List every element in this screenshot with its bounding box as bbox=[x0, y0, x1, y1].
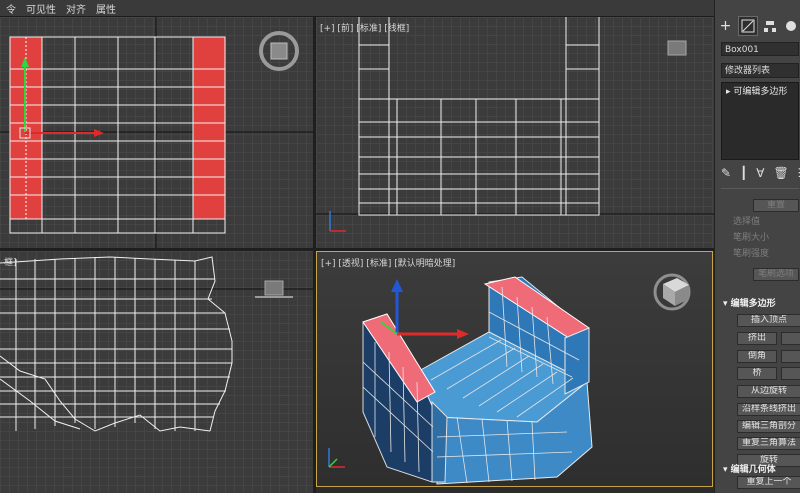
viewport-label[interactable]: [+] [前] [标准] [线框] bbox=[320, 21, 409, 34]
command-panel: + Box001 修改器列表 ▸ 可编辑多边形 ✎ ┃ ∀ 🗑 ☰ 重置 选择值… bbox=[714, 0, 800, 493]
repeat-last-button[interactable]: 重复上一个 bbox=[737, 476, 800, 489]
section-title: 编辑多边形 bbox=[730, 299, 776, 309]
viewport-perspective[interactable]: [+] [透视] [标准] [默认明暗处理] bbox=[316, 251, 713, 487]
menu-item-properties[interactable]: 属性 bbox=[96, 1, 116, 16]
brush-options-button[interactable]: 笔刷选项 bbox=[753, 268, 799, 281]
viewport-divider-horizontal[interactable] bbox=[0, 248, 714, 251]
expand-arrow-icon[interactable]: ▸ bbox=[726, 87, 731, 97]
edit-polygons-header[interactable]: ▾ 编辑多边形 bbox=[723, 296, 776, 309]
viewport-label[interactable]: 框] bbox=[4, 255, 17, 268]
extrude-settings-button[interactable] bbox=[781, 332, 800, 345]
viewport-divider-vertical[interactable] bbox=[313, 17, 316, 493]
viewport-top[interactable] bbox=[0, 17, 313, 248]
section-title: 编辑几何体 bbox=[730, 465, 776, 475]
menu-bar: 令 可见性 对齐 属性 bbox=[0, 0, 714, 17]
top-view-wireframe bbox=[0, 17, 313, 248]
retriangulate-button[interactable]: 重复三角算法 bbox=[737, 437, 800, 450]
brush-size-label: 笔刷大小 bbox=[733, 233, 770, 243]
make-unique-icon[interactable]: ∀ bbox=[756, 166, 764, 180]
menu-item-align[interactable]: 对齐 bbox=[66, 1, 86, 16]
bridge-settings-button[interactable] bbox=[781, 367, 800, 380]
insert-vertex-button[interactable]: 插入顶点 bbox=[737, 314, 800, 327]
brush-strength-label: 笔刷强度 bbox=[733, 249, 770, 259]
perspective-view bbox=[317, 252, 712, 486]
divider bbox=[721, 188, 799, 189]
viewport-label[interactable]: [+] [透视] [标准] [默认明暗处理] bbox=[321, 256, 455, 269]
motion-icon[interactable] bbox=[782, 17, 800, 35]
front-view-wireframe bbox=[316, 17, 714, 232]
bevel-settings-button[interactable] bbox=[781, 350, 800, 363]
selection-value-label: 选择值 bbox=[733, 217, 761, 227]
stack-item-editable-poly[interactable]: ▸ 可编辑多边形 bbox=[722, 83, 798, 97]
bridge-button[interactable]: 桥 bbox=[737, 367, 777, 380]
extrude-button[interactable]: 挤出 bbox=[737, 332, 777, 345]
stack-item-label: 可编辑多边形 bbox=[733, 87, 788, 97]
remove-modifier-icon[interactable]: 🗑 bbox=[774, 166, 789, 180]
reset-button[interactable]: 重置 bbox=[753, 199, 799, 212]
paint-selection-group: 选择值 笔刷大小 笔刷强度 bbox=[733, 214, 769, 262]
viewport-front[interactable]: [+] [前] [标准] [线框] bbox=[316, 17, 714, 248]
edit-geometry-header[interactable]: ▾ 编辑几何体 bbox=[723, 462, 776, 475]
menu-item-visibility[interactable]: 可见性 bbox=[26, 1, 56, 16]
left-view-wireframe bbox=[0, 256, 313, 432]
extrude-along-spline-button[interactable]: 沿样条线挤出 bbox=[737, 403, 800, 416]
object-name-field[interactable]: Box001 bbox=[721, 42, 799, 56]
modifier-stack: ▸ 可编辑多边形 bbox=[721, 82, 799, 160]
pin-icon[interactable]: ✎ bbox=[721, 166, 731, 180]
viewport-left[interactable]: 框] bbox=[0, 251, 313, 493]
stack-toolbar: ✎ ┃ ∀ 🗑 ☰ bbox=[721, 164, 800, 182]
modifier-list-dropdown[interactable]: 修改器列表 bbox=[721, 63, 799, 78]
show-end-result-icon[interactable]: ┃ bbox=[740, 166, 747, 180]
hierarchy-icon[interactable] bbox=[761, 17, 779, 35]
modify-icon[interactable] bbox=[737, 16, 758, 36]
plus-icon[interactable]: + bbox=[717, 17, 735, 35]
edit-triangulation-button[interactable]: 编辑三角剖分 bbox=[737, 420, 800, 433]
menu-item-partial[interactable]: 令 bbox=[6, 1, 16, 16]
command-panel-tabs: + bbox=[715, 14, 800, 38]
hinge-from-edge-button[interactable]: 从边旋转 bbox=[737, 385, 800, 398]
bevel-button[interactable]: 倒角 bbox=[737, 350, 777, 363]
